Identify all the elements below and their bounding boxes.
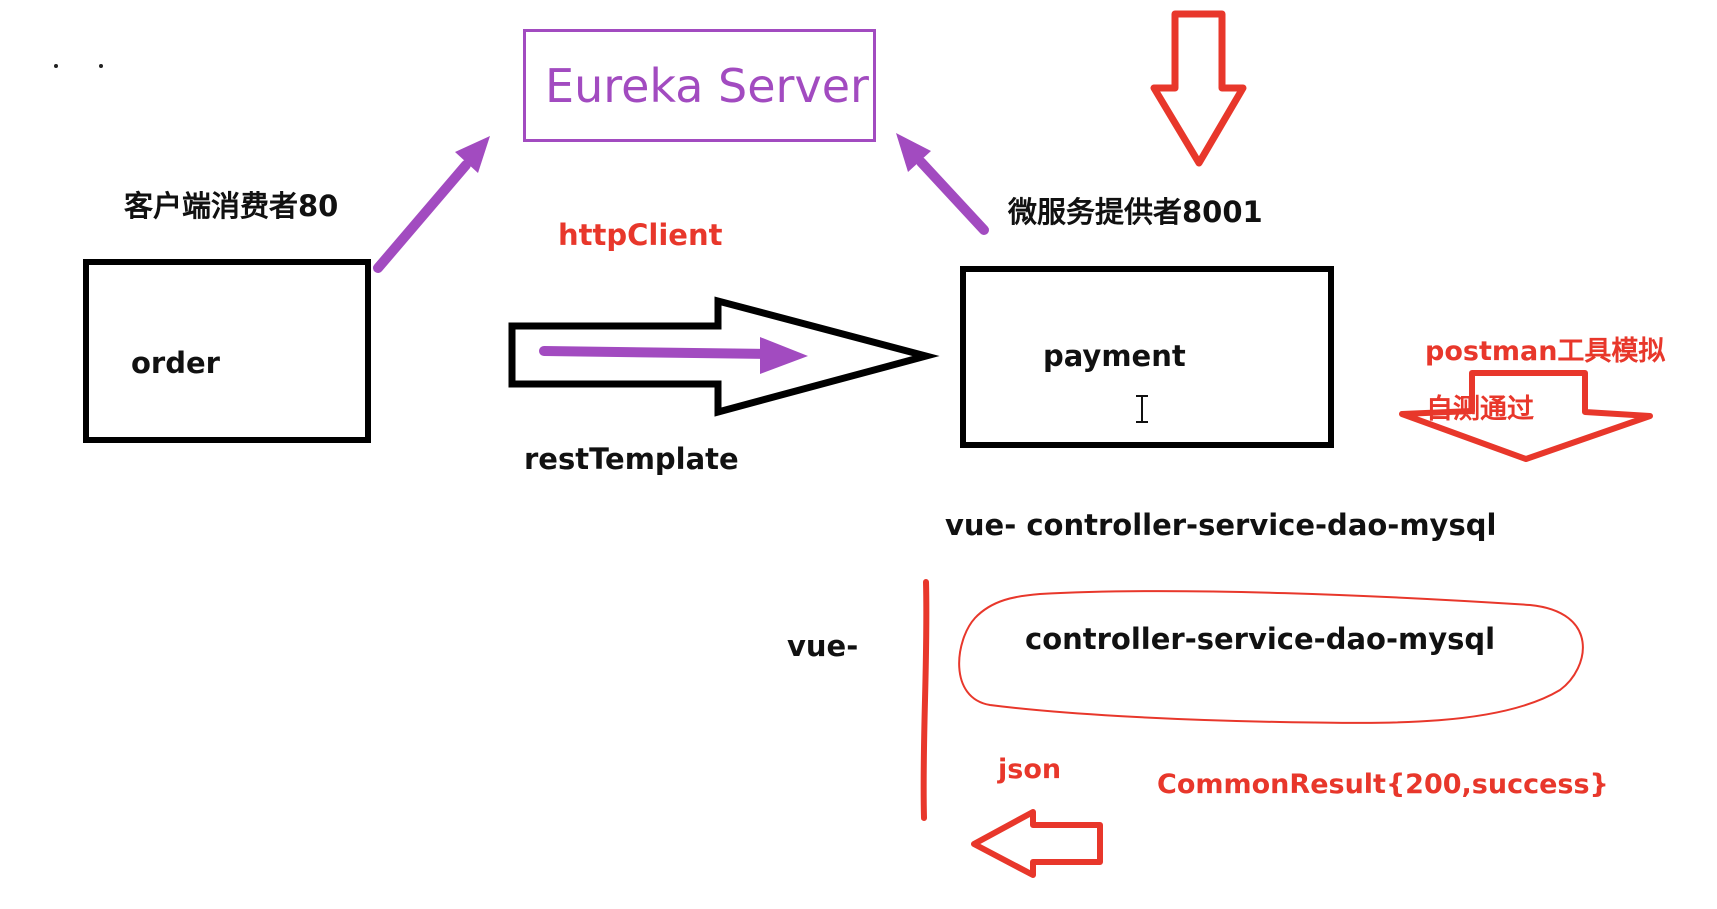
self-test-label: 自测通过 bbox=[1426, 394, 1534, 425]
json-label: json bbox=[998, 754, 1062, 785]
response-left-arrow-icon bbox=[971, 809, 1103, 878]
payment-service-box: payment bbox=[960, 266, 1334, 448]
provider-title: 微服务提供者8001 bbox=[1008, 195, 1263, 229]
register-arrow-consumer bbox=[373, 160, 471, 273]
red-down-arrow-icon bbox=[1150, 10, 1247, 167]
common-result-label: CommonResult{200,success} bbox=[1157, 769, 1609, 800]
postman-label: postman工具模拟 bbox=[1425, 336, 1666, 367]
backend-layers-label: controller-service-dao-mysql bbox=[1025, 622, 1496, 656]
eureka-server-label: Eureka Server bbox=[545, 59, 869, 113]
backend-highlight-ellipse bbox=[958, 590, 1584, 724]
resttemplate-label: restTemplate bbox=[524, 442, 739, 476]
request-arrow bbox=[539, 346, 773, 359]
frontend-layer-label: vue- bbox=[787, 629, 859, 663]
frontend-backend-separator bbox=[920, 579, 930, 821]
architecture-diagram: Eureka Server 客户端消费者80 order httpClient … bbox=[0, 0, 1717, 909]
register-arrow-provider bbox=[916, 157, 989, 235]
payment-label: payment bbox=[1043, 339, 1186, 373]
eureka-server-box: Eureka Server bbox=[523, 29, 876, 142]
order-label: order bbox=[131, 346, 220, 380]
order-service-box: order bbox=[83, 259, 371, 443]
httpclient-label: httpClient bbox=[558, 218, 723, 252]
full-stack-layers: vue- controller-service-dao-mysql bbox=[945, 508, 1497, 542]
stray-mark bbox=[54, 64, 58, 68]
consumer-title: 客户端消费者80 bbox=[124, 189, 339, 223]
stray-mark bbox=[99, 64, 103, 68]
